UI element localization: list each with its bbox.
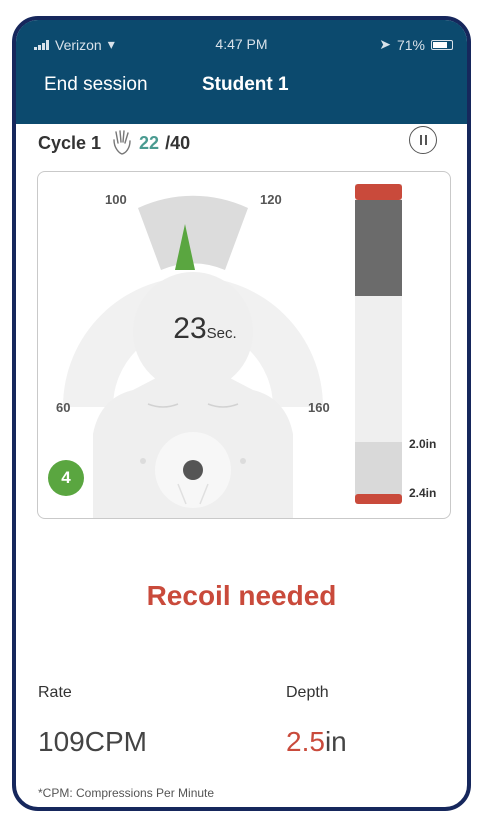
gauge-tick-160: 160 [308,400,330,415]
recoil-indicator [355,184,402,200]
footnote: *CPM: Compressions Per Minute [38,786,215,800]
cycle-row: Cycle 1 22 /40 [38,126,190,160]
depth-label-lower: 2.4in [409,486,437,500]
feedback-message: Recoil needed [146,580,337,611]
cycle-label: Cycle 1 [38,132,102,153]
pause-button[interactable] [409,126,437,154]
depth-value-unit: in [324,726,347,757]
nav-bar: End session Student 1 [16,74,467,104]
rate-value: 109CPM [38,726,147,757]
depth-value-number: 2.5 [286,726,325,757]
hands-icon [113,130,131,155]
rate-label: Rate [38,684,72,701]
pause-icon-bar [419,135,422,145]
status-bar: Verizon ▾ 4:47 PM ➤ 71% [16,36,467,56]
timer-unit: Sec. [206,325,237,342]
cycle-badge: 4 [48,460,84,496]
depth-value: 2.5in [286,726,347,758]
phone-frame: Verizon ▾ 4:47 PM ➤ 71% End session Stud… [12,16,471,811]
gauge-tick-120: 120 [260,192,282,207]
end-session-button[interactable]: End session [44,74,148,96]
status-right: ➤ 71% [379,36,453,53]
battery-percent: 71% [396,36,425,53]
depth-label: Depth [286,684,329,701]
depth-label-upper: 2.0in [409,437,437,451]
timer-value: 23 [173,312,207,345]
hand-position-dot [183,460,203,480]
page-title: Student 1 [202,74,289,95]
depth-limit-indicator [355,494,402,504]
location-icon: ➤ [379,36,391,52]
feedback-panel: 100 120 60 160 23Sec. 4 2.0in 2.4in [37,171,451,519]
gauge-tick-100: 100 [105,192,127,207]
cycle-total: /40 [165,132,191,153]
gauge-tick-60: 60 [56,400,71,415]
app-header: Verizon ▾ 4:47 PM ➤ 71% End session Stud… [16,20,467,124]
pause-icon-bar [424,135,427,145]
session-timer: 23Sec. [153,312,257,346]
cycle-count: 22 [139,132,160,153]
battery-icon [431,39,453,50]
